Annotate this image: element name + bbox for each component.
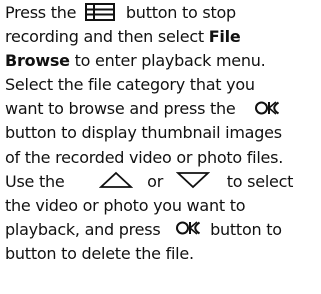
line-1: Press the button to stop — [5, 1, 321, 25]
text: recording and then select — [5, 27, 204, 47]
text: playback, and press — [5, 219, 161, 239]
text: to select — [226, 171, 294, 191]
line-7: of the recorded video or photo files. — [5, 146, 321, 170]
text: Select the file category that you — [5, 75, 255, 95]
text: button to display thumbnail images — [5, 123, 282, 143]
text: to enter playback menu. — [69, 51, 266, 71]
text: want to browse and press the — [5, 99, 236, 119]
text: button to delete the file. — [5, 243, 194, 263]
text: Press the — [5, 3, 77, 22]
line-6: button to display thumbnail images — [5, 121, 321, 145]
line-3: Browse to enter playback menu. — [5, 49, 321, 73]
instruction-text: Press the button to stop recording and t… — [5, 1, 321, 266]
line-2: recording and then select File — [5, 25, 321, 49]
bold-text: File — [208, 27, 241, 47]
up-triangle-icon — [99, 171, 134, 189]
line-11: button to delete the file. — [5, 242, 321, 266]
text: or — [147, 171, 164, 191]
down-triangle-icon — [175, 171, 210, 189]
line-8: Use the or to select — [5, 170, 321, 194]
ok-button-icon — [254, 100, 284, 116]
text: Use the — [5, 171, 65, 191]
text: button to — [210, 219, 282, 239]
line-4: Select the file category that you — [5, 73, 321, 97]
line-10: playback, and press button to — [5, 218, 321, 242]
line-5: want to browse and press the — [5, 97, 321, 121]
ok-button-icon — [175, 220, 205, 236]
bold-text: Browse — [5, 51, 70, 71]
menu-button-icon — [85, 2, 116, 21]
text: of the recorded video or photo files. — [5, 147, 284, 167]
line-9: the video or photo you want to — [5, 194, 321, 218]
text: the video or photo you want to — [5, 195, 246, 215]
text: button to stop — [125, 3, 236, 22]
